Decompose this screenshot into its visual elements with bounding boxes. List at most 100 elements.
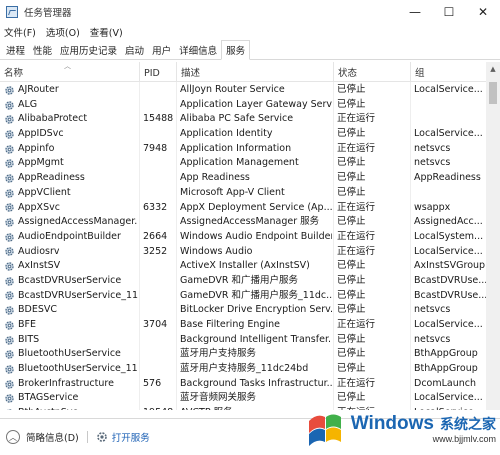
service-group: LocalSystem... <box>414 230 484 242</box>
table-row[interactable]: AppXSvc 6332 AppX Deployment Service (Ap..… <box>0 201 486 216</box>
table-row[interactable]: AxInstSV ActiveX Installer (AxInstSV) 已停止 A… <box>0 259 486 274</box>
service-description: Alibaba PC Safe Service <box>180 113 294 125</box>
table-row[interactable]: Appinfo 7948 Application Information 正在运行 ne… <box>0 142 486 157</box>
service-name-cell: ALG <box>4 98 138 113</box>
menu-file[interactable]: 文件(F) <box>4 25 36 39</box>
maximize-button[interactable]: ☐ <box>432 0 466 24</box>
tab-services[interactable]: 服务 <box>221 40 251 60</box>
service-gear-icon <box>5 233 14 242</box>
service-name-cell: Audiosrv <box>4 245 138 260</box>
fewer-details-button[interactable]: 简略信息(D) <box>26 430 79 444</box>
table-row[interactable]: ALG Application Layer Gateway Serv... 已停止 <box>0 98 486 113</box>
service-gear-icon <box>5 321 14 330</box>
vertical-scrollbar[interactable]: ▲ <box>486 62 500 410</box>
service-name: ALG <box>18 98 38 110</box>
service-pid: 2664 <box>143 230 168 242</box>
open-services-link[interactable]: 打开服务 <box>112 430 150 444</box>
service-status: 已停止 <box>337 157 366 169</box>
service-name: AppXSvc <box>18 201 60 213</box>
service-status: 已停止 <box>337 333 366 345</box>
service-status: 已停止 <box>337 186 366 198</box>
service-status: 正在运行 <box>337 142 376 154</box>
service-description: AppX Deployment Service (Ap... <box>180 201 332 213</box>
service-name: AudioEndpointBuilder <box>18 230 121 242</box>
service-pid <box>143 274 179 289</box>
minimize-button[interactable]: — <box>398 0 432 24</box>
service-name-cell: BluetoothUserService_11... <box>4 362 138 377</box>
service-group: wsappx <box>414 201 451 213</box>
service-description: AllJoyn Router Service <box>180 84 285 95</box>
tab-app-history[interactable]: 应用历史记录 <box>56 41 121 59</box>
windows-logo-icon <box>308 414 341 446</box>
service-status: 已停止 <box>337 348 366 360</box>
column-header-pid[interactable]: PID <box>140 62 177 82</box>
column-header-status[interactable]: 状态 <box>334 62 411 82</box>
column-header-name[interactable]: ︿ 名称 <box>0 62 140 82</box>
scroll-thumb[interactable] <box>489 82 497 104</box>
service-name: AppVClient <box>18 186 71 198</box>
service-description: Base Filtering Engine <box>180 319 280 330</box>
service-name: AlibabaProtect <box>18 113 88 125</box>
watermark-title: Windows <box>350 413 434 434</box>
chevron-up-icon[interactable]: ︿ <box>6 430 20 444</box>
service-status: 正在运行 <box>337 230 376 242</box>
table-row[interactable]: BcastDVRUserService_11... GameDVR 和广播用户服务… <box>0 289 486 304</box>
service-name: AppMgmt <box>18 157 64 169</box>
tab-startup[interactable]: 启动 <box>121 41 148 59</box>
table-row[interactable]: BrokerInfrastructure 576 Background Tasks … <box>0 377 486 392</box>
table-row[interactable]: BluetoothUserService_11... 蓝牙用户支持服务_11dc2… <box>0 362 486 377</box>
service-pid: 6332 <box>143 201 168 213</box>
table-row[interactable]: Audiosrv 3252 Windows Audio 正在运行 LocalServic… <box>0 245 486 260</box>
service-gear-icon <box>5 130 14 139</box>
service-pid <box>143 171 179 186</box>
service-name-cell: BDESVC <box>4 303 138 318</box>
service-status: 已停止 <box>337 172 366 184</box>
table-row[interactable]: BluetoothUserService 蓝牙用户支持服务 已停止 BthAppGro… <box>0 347 486 362</box>
column-header-description[interactable]: 描述 <box>177 62 334 82</box>
table-row[interactable]: AssignedAccessManager... AssignedAccessMa… <box>0 215 486 230</box>
service-name: BluetoothUserService_11... <box>18 363 138 375</box>
service-pid: 576 <box>143 377 162 389</box>
table-row[interactable]: AudioEndpointBuilder 2664 Windows Audio En… <box>0 230 486 245</box>
service-gear-icon <box>5 115 14 124</box>
service-gear-icon <box>5 394 14 403</box>
menu-bar: 文件(F) 选项(O) 查看(V) <box>0 24 500 40</box>
service-group: netsvcs <box>414 333 451 345</box>
table-row[interactable]: BITS Background Intelligent Transfer... 已停… <box>0 333 486 348</box>
tab-details[interactable]: 详细信息 <box>175 41 221 59</box>
table-row[interactable]: AppReadiness App Readiness 已停止 AppReadiness <box>0 171 486 186</box>
table-row[interactable]: BcastDVRUserService GameDVR 和广播用户服务 已停止 Bca… <box>0 274 486 289</box>
menu-view[interactable]: 查看(V) <box>90 25 123 39</box>
service-gear-icon <box>5 188 14 198</box>
service-name: AJRouter <box>18 84 59 95</box>
table-row[interactable]: BDESVC BitLocker Drive Encryption Serv...… <box>0 303 486 318</box>
service-group: AssignedAcc... <box>414 216 483 228</box>
menu-options[interactable]: 选项(O) <box>46 25 80 39</box>
table-row[interactable]: AppMgmt Application Management 已停止 netsvcs <box>0 156 486 171</box>
service-name-cell: BrokerInfrastructure <box>4 377 138 392</box>
column-header-group[interactable]: 组 <box>411 62 486 82</box>
service-name: Appinfo <box>18 142 55 154</box>
service-status: 正在运行 <box>337 201 376 213</box>
service-description: Microsoft App-V Client <box>180 186 285 198</box>
table-row[interactable]: AppVClient Microsoft App-V Client 已停止 <box>0 186 486 201</box>
service-pid <box>143 333 179 348</box>
service-description: GameDVR 和广播用户服务 <box>180 274 299 286</box>
close-button[interactable]: ✕ <box>466 0 500 24</box>
service-pid <box>143 347 179 362</box>
service-pid <box>143 83 179 98</box>
tab-performance[interactable]: 性能 <box>29 41 56 59</box>
tab-users[interactable]: 用户 <box>148 41 175 59</box>
tab-processes[interactable]: 进程 <box>2 41 29 59</box>
watermark-cn: 系统之家 <box>440 417 496 433</box>
service-name-cell: AJRouter <box>4 83 138 98</box>
table-row[interactable]: AJRouter AllJoyn Router Service 已停止 LocalSe… <box>0 83 486 98</box>
table-row[interactable]: BFE 3704 Base Filtering Engine 正在运行 LocalSer… <box>0 318 486 333</box>
watermark: Windows 系统之家 www.bjjmlv.com <box>305 403 496 455</box>
service-name-cell: BITS <box>4 333 138 348</box>
table-row[interactable]: AppIDSvc Application Identity 已停止 LocalServ… <box>0 127 486 142</box>
scroll-up-icon[interactable]: ▲ <box>486 62 500 76</box>
service-name-cell: AppReadiness <box>4 171 138 186</box>
table-row[interactable]: AlibabaProtect 15488 Alibaba PC Safe Servi… <box>0 112 486 127</box>
service-description: BitLocker Drive Encryption Serv... <box>180 304 332 316</box>
